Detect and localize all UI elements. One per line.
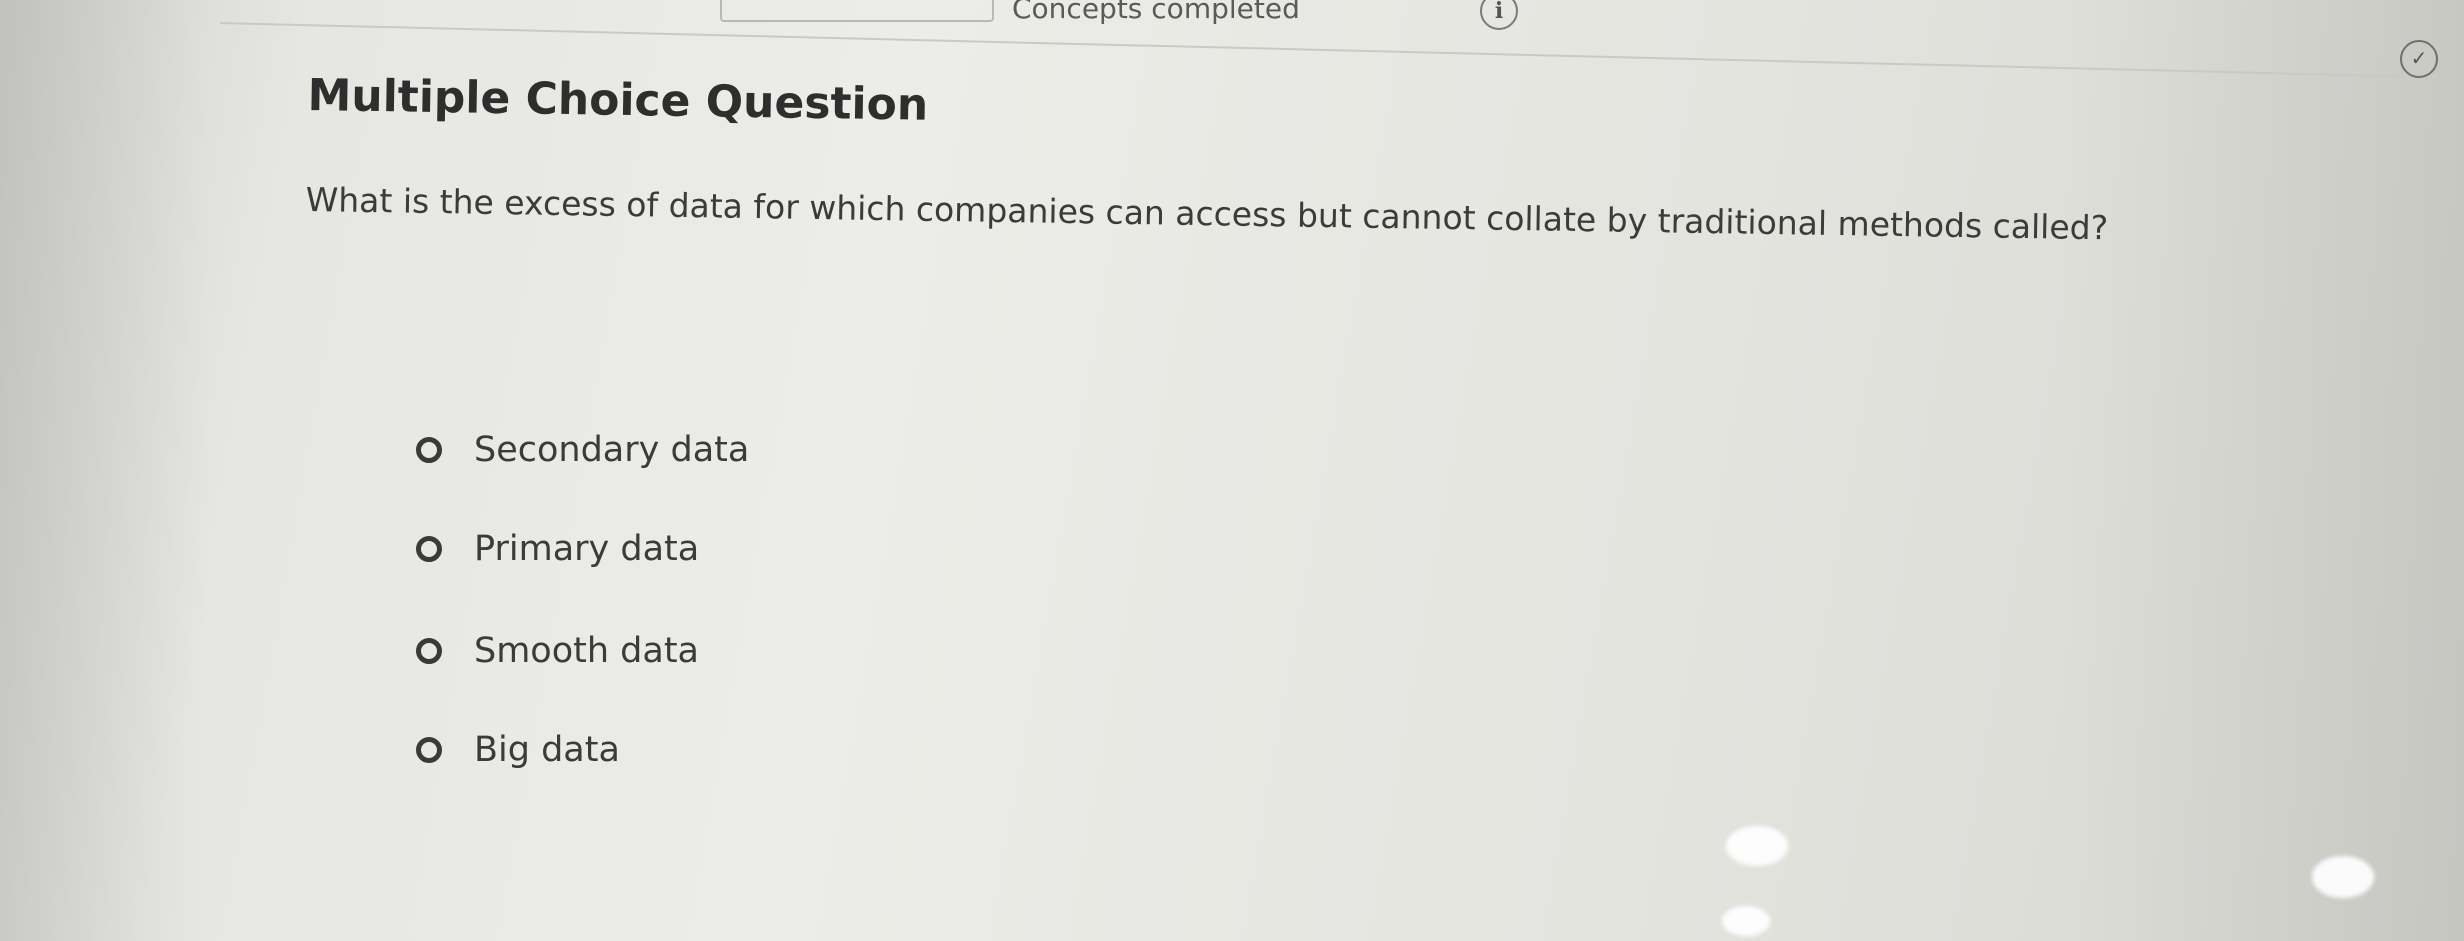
check-circle-icon[interactable]: ✓: [2400, 40, 2438, 78]
radio-button[interactable]: [416, 437, 442, 463]
option-smooth-data[interactable]: Smooth data: [416, 631, 699, 671]
option-primary-data[interactable]: Primary data: [416, 529, 699, 569]
radio-button[interactable]: [416, 737, 442, 763]
option-label: Secondary data: [474, 430, 750, 470]
option-secondary-data[interactable]: Secondary data: [416, 430, 749, 470]
question-type-title: Multiple Choice Question: [307, 70, 929, 131]
question-text: What is the excess of data for which com…: [305, 180, 2109, 248]
radio-button[interactable]: [416, 638, 442, 664]
option-big-data[interactable]: Big data: [416, 730, 620, 770]
option-label: Primary data: [474, 529, 700, 569]
option-label: Big data: [474, 730, 620, 770]
screen-glare: [1722, 906, 1770, 936]
radio-button[interactable]: [416, 536, 442, 562]
screen-glare: [1726, 826, 1788, 866]
option-label: Smooth data: [474, 631, 700, 671]
screen-glare: [2312, 856, 2374, 898]
screen: Concepts completed i ✓ Multiple Choice Q…: [0, 0, 2464, 941]
shadow-left: [0, 0, 210, 941]
shadow-right: [2064, 0, 2464, 941]
progress-label: Concepts completed: [1012, 0, 1300, 25]
info-icon[interactable]: i: [1480, 0, 1518, 30]
progress-bar: [720, 0, 994, 22]
